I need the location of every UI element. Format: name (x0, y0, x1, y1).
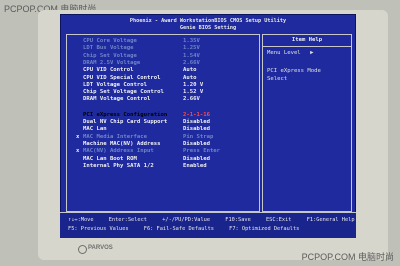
setting-label: Chip Set Voltage Control (83, 89, 164, 96)
setting-value[interactable]: Press Enter (183, 148, 220, 154)
setting-label: Machine MAC(NV) Address (83, 140, 161, 147)
bios-setting-row[interactable]: Internal Phy SATA 1/2 Enabled (83, 163, 253, 170)
key-enter: Enter:Select (108, 217, 147, 223)
setting-label: MAC Lan (83, 126, 107, 133)
setting-label: CPU VID Special Control (83, 74, 161, 81)
setting-label: LDT Bus Voltage (83, 45, 134, 52)
setting-value[interactable]: 1.25V (183, 45, 200, 51)
menu-level-arrow-icon: ▶ (310, 50, 314, 56)
key-value: +/-/PU/PD:Value (162, 217, 211, 223)
setting-label: MAC(NV) Address Input (83, 148, 154, 155)
monitor-brand: PARVOS (88, 245, 113, 251)
setting-value[interactable]: 2.66V (183, 60, 200, 66)
bios-setting-row[interactable]: PCI eXpress Configuration 2-1-1-16 (83, 112, 253, 119)
bios-setting-row[interactable]: LDT Bus Voltage 1.25V (83, 45, 253, 52)
bios-setting-row[interactable]: Chip Set Voltage Control 1.52 V (83, 89, 253, 96)
key-fail-safe-defaults: F6: Fail-Safe Defaults (143, 226, 214, 232)
setting-value[interactable]: 1.52 V (183, 89, 203, 95)
submenu-marker-icon: x (76, 133, 80, 140)
setting-value[interactable]: Pin Strap (183, 134, 213, 140)
setting-value[interactable]: Enabled (183, 163, 207, 169)
setting-value[interactable]: 1.35V (183, 38, 200, 44)
bios-setting-row[interactable]: DRAM Voltage Control 2.66V (83, 96, 253, 103)
bios-setting-row[interactable]: x MAC Media Interface Pin Strap (76, 133, 253, 141)
bios-setting-row[interactable]: LDT Voltage Control 1.20 V (83, 82, 253, 89)
key-move: ↑↓↔:Move (68, 217, 94, 223)
setting-label: CPU VID Control (83, 67, 134, 74)
key-exit: ESC:Exit (265, 217, 292, 223)
setting-label: Chip Set Voltage (83, 52, 137, 59)
help-text-line-1: PCI eXpress Mode (267, 68, 321, 74)
menu-level-label: Menu Level (267, 50, 301, 56)
key-legend-line-1: ↑↓↔:Move Enter:Select +/-/PU/PD:Value F1… (68, 217, 356, 223)
bios-setting-row[interactable]: MAC Lan Boot ROM Disabled (83, 156, 253, 163)
bios-setting-row[interactable]: Machine MAC(NV) Address Disabled (83, 141, 253, 148)
item-help-title: Item Help (291, 37, 323, 43)
setting-label: Dual NV Chip Card Support (83, 119, 168, 125)
setting-value[interactable]: Auto (183, 67, 196, 73)
key-legend-line-2: F5: Previous Values F6: Fail-Safe Defaul… (68, 226, 311, 232)
menu-level-line: Menu Level ▶ (267, 50, 313, 56)
bios-setting-row[interactable]: x MAC(NV) Address Input Press Enter (76, 148, 253, 155)
key-previous-values: F5: Previous Values (68, 226, 129, 232)
setting-value[interactable]: 2-1-1-16 (183, 112, 210, 118)
setting-label: MAC Lan Boot ROM (83, 155, 137, 162)
bios-setting-row[interactable]: CPU VID Control Auto (83, 67, 253, 74)
submenu-marker-icon: x (76, 148, 80, 155)
help-divider (263, 46, 351, 47)
bios-setting-row[interactable]: CPU Core Voltage 1.35V (83, 38, 253, 45)
setting-value[interactable]: 1.20 V (183, 82, 203, 88)
settings-panel: CPU Core Voltage 1.35V LDT Bus Voltage 1.25… (66, 34, 260, 212)
key-optimized-defaults: F7: Optimized Defaults (229, 226, 300, 232)
bios-setting-row[interactable]: Chip Set Voltage 1.54V (83, 53, 253, 60)
setting-label: LDT Voltage Control (83, 81, 147, 88)
key-help: F1:General Help (306, 217, 355, 223)
item-help-panel: Item Help Menu Level ▶ PCI eXpress Mode … (262, 34, 352, 212)
key-save: F10:Save (225, 217, 251, 223)
bios-subtitle: Genie BIOS Setting (179, 25, 237, 31)
bios-setting-row[interactable]: MAC Lan Disabled (83, 126, 253, 133)
setting-value[interactable]: Disabled (183, 156, 210, 162)
setting-value[interactable]: Disabled (183, 119, 210, 125)
setting-value[interactable]: Disabled (183, 141, 210, 147)
setting-value[interactable]: 1.54V (183, 53, 200, 59)
bios-setting-row[interactable]: CPU VID Special Control Auto (83, 75, 253, 82)
brand-logo-icon (78, 245, 87, 254)
help-text-line-2: Select (267, 76, 288, 82)
setting-label: MAC Media Interface (83, 133, 147, 140)
setting-value[interactable]: 2.66V (183, 96, 200, 102)
setting-label: CPU Core Voltage (83, 38, 137, 44)
watermark-bottom: PCPOP.COM 电脑时尚 (301, 252, 394, 262)
key-legend-footer: ↑↓↔:Move Enter:Select +/-/PU/PD:Value F1… (60, 212, 356, 238)
bios-title: Phoenix - Award WorkstationBIOS CMOS Set… (129, 18, 287, 24)
setting-label: DRAM 2.5V Voltage (83, 59, 141, 66)
setting-label: PCI eXpress Configuration (83, 111, 168, 118)
setting-value[interactable]: Auto (183, 75, 196, 81)
bios-screen: Phoenix - Award WorkstationBIOS CMOS Set… (60, 14, 356, 238)
setting-label: DRAM Voltage Control (83, 96, 151, 103)
setting-value[interactable]: Disabled (183, 126, 210, 132)
setting-label: Internal Phy SATA 1/2 (83, 162, 154, 169)
bios-setting-row[interactable]: Dual NV Chip Card Support Disabled (83, 119, 253, 126)
bios-setting-row[interactable]: DRAM 2.5V Voltage 2.66V (83, 60, 253, 67)
